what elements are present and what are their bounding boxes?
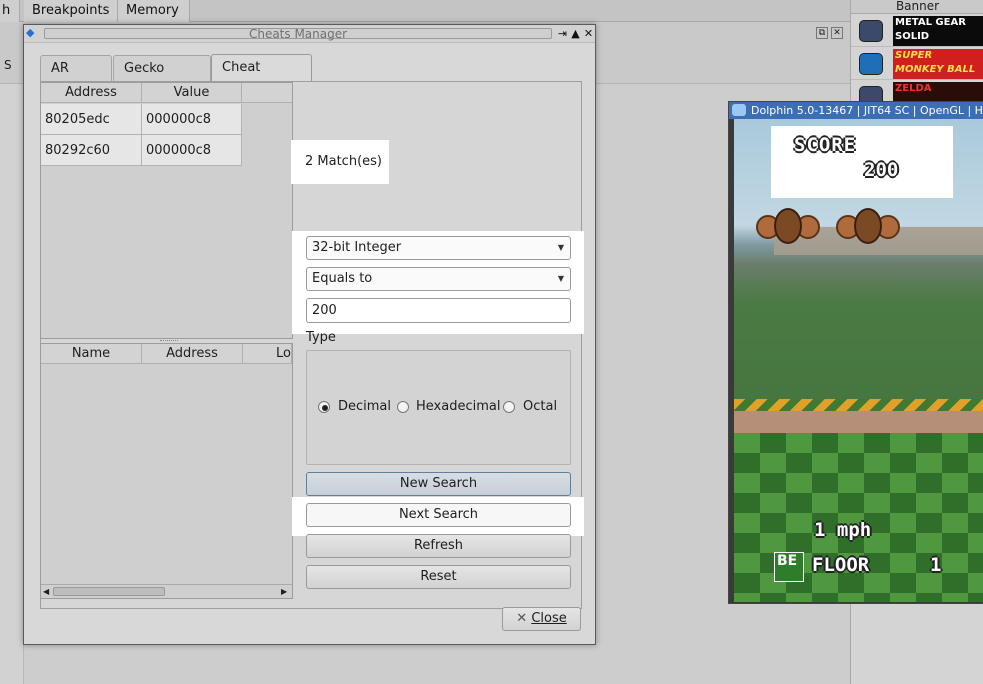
chevron-down-icon: ▼ — [557, 243, 564, 252]
gamecube-icon — [859, 20, 883, 42]
maximize-icon[interactable]: ▲ — [569, 25, 582, 43]
data-type-select[interactable]: 32-bit Integer ▼ — [306, 236, 571, 260]
dock-float-icon[interactable]: ⧉ — [816, 27, 828, 39]
tab-memory[interactable]: Memory — [118, 0, 190, 22]
watch-table: Name Address Lo ◀ ▶ — [40, 343, 293, 599]
next-search-button[interactable]: Next Search — [306, 503, 571, 527]
main-left-column — [0, 84, 24, 684]
type-group: Decimal Hexadecimal Octal — [306, 350, 571, 465]
refresh-button[interactable]: Refresh — [306, 534, 571, 558]
game-list-header-banner[interactable]: Banner — [851, 0, 983, 14]
floor-label: FLOOR — [812, 554, 870, 576]
toolbar-item-partial[interactable]: S — [4, 58, 12, 72]
results-table: Address Value 80205edc 000000c8 80292c60… — [40, 82, 293, 339]
monkey-lives-icon — [756, 205, 820, 244]
radio-hexadecimal[interactable] — [397, 401, 409, 413]
dolphin-logo-icon — [732, 104, 746, 116]
tab-cheat-search[interactable]: Cheat Search — [211, 54, 312, 101]
game-list-row[interactable]: METAL GEAR SOLID — [851, 15, 983, 47]
render-window-title: Dolphin 5.0-13467 | JIT64 SC | OpenGL | … — [751, 104, 983, 117]
dock-close-icon[interactable]: ✕ — [831, 27, 843, 39]
column-header-lock[interactable]: Lo — [243, 344, 292, 364]
scroll-left-icon[interactable]: ◀ — [43, 585, 49, 598]
dialog-titlebar[interactable]: ◆ Cheats Manager ⇥ ▲ ✕ — [24, 25, 595, 43]
header-filler — [242, 83, 292, 103]
dialog-title: Cheats Manager — [248, 27, 348, 41]
data-type-value: 32-bit Integer — [312, 240, 402, 255]
comparison-value: Equals to — [312, 271, 373, 286]
tab-ar-code[interactable]: AR Code — [40, 55, 112, 102]
stage-track — [734, 411, 983, 433]
close-button[interactable]: ✕ Close — [502, 607, 581, 631]
radio-label-hexadecimal[interactable]: Hexadecimal — [416, 399, 500, 414]
tab-gecko-codes[interactable]: Gecko Codes — [113, 55, 211, 102]
game-banner: METAL GEAR SOLID — [893, 16, 983, 46]
search-value-input[interactable]: 200 — [306, 298, 571, 323]
scroll-right-icon[interactable]: ▶ — [281, 585, 287, 598]
result-value-cell[interactable]: 000000c8 — [142, 104, 242, 135]
score-label: SCORE — [794, 134, 857, 156]
dolphin-logo-icon: ◆ — [26, 26, 35, 39]
floor-value: 1 — [930, 554, 942, 576]
score-value: 200 — [864, 159, 899, 181]
result-address-cell[interactable]: 80292c60 — [41, 135, 142, 166]
column-header-value[interactable]: Value — [142, 83, 242, 103]
match-count-label: 2 Match(es) — [291, 140, 389, 184]
tab-label: Memory — [126, 3, 179, 18]
render-window-titlebar[interactable]: Dolphin 5.0-13467 | JIT64 SC | OpenGL | … — [729, 102, 983, 119]
monkey-lives-icon — [836, 205, 900, 244]
close-icon[interactable]: ✕ — [582, 25, 595, 43]
game-banner: SUPER MONKEY BALL — [893, 49, 983, 79]
game-view[interactable]: SCORE 200 1 mph BE FLOOR 1 — [734, 119, 983, 602]
floor-badge: BE — [774, 552, 804, 582]
scrollbar-thumb[interactable] — [53, 587, 165, 596]
radio-octal[interactable] — [503, 401, 515, 413]
speed-readout: 1 mph — [814, 519, 872, 541]
result-value-cell[interactable]: 000000c8 — [142, 135, 242, 166]
column-header-name[interactable]: Name — [41, 344, 142, 364]
debugger-tab-bar: h Breakpoints Memory — [0, 0, 850, 22]
gamecube-icon — [859, 53, 883, 75]
close-icon: ✕ — [516, 611, 528, 626]
stage-rail — [734, 399, 983, 411]
radio-decimal[interactable] — [318, 401, 330, 413]
horizontal-scrollbar[interactable]: ◀ ▶ — [41, 584, 292, 598]
chevron-down-icon: ▼ — [557, 274, 564, 283]
tab-label: h — [2, 3, 11, 18]
radio-label-decimal[interactable]: Decimal — [338, 399, 391, 414]
reset-button[interactable]: Reset — [306, 565, 571, 589]
column-header-address[interactable]: Address — [142, 344, 243, 364]
dock-icon[interactable]: ⇥ — [556, 25, 569, 43]
radio-label-octal[interactable]: Octal — [523, 399, 557, 414]
result-address-cell[interactable]: 80205edc — [41, 104, 142, 135]
comparison-select[interactable]: Equals to ▼ — [306, 267, 571, 291]
type-group-label: Type — [306, 330, 336, 345]
tab-label: Breakpoints — [32, 3, 110, 18]
cheats-manager-dialog: ◆ Cheats Manager ⇥ ▲ ✕ AR Code Gecko Cod… — [23, 24, 596, 645]
game-list-row[interactable]: SUPER MONKEY BALL — [851, 48, 983, 80]
render-window: Dolphin 5.0-13467 | JIT64 SC | OpenGL | … — [728, 101, 983, 604]
tab-partial[interactable]: h — [0, 0, 20, 22]
tab-breakpoints[interactable]: Breakpoints — [24, 0, 118, 22]
column-header-address[interactable]: Address — [41, 83, 142, 103]
new-search-button[interactable]: New Search — [306, 472, 571, 496]
close-button-label: Close — [531, 611, 567, 626]
